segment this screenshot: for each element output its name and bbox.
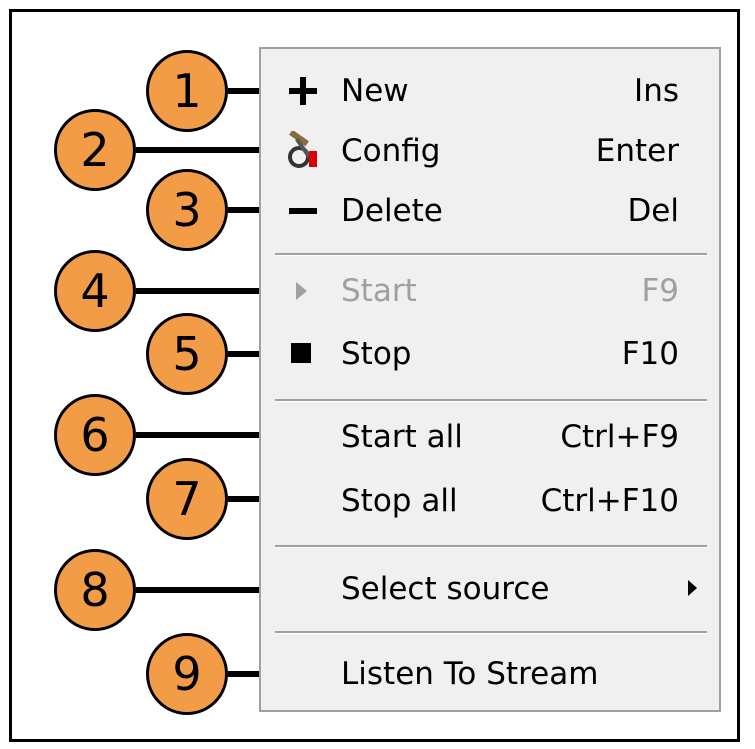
callout-leader-6: [136, 432, 266, 438]
menu-item-shortcut: Del: [627, 193, 679, 229]
callout-badge-5: 5: [146, 313, 228, 395]
menu-separator: [275, 631, 707, 634]
callout-badge-7: 7: [146, 458, 228, 540]
menu-item-delete[interactable]: Delete Del: [261, 183, 719, 239]
menu-item-label: Stop all: [341, 483, 458, 519]
callout-badge-6: 6: [54, 394, 136, 476]
menu-item-new[interactable]: New Ins: [261, 63, 719, 119]
menu-item-shortcut: Ins: [634, 73, 679, 109]
menu-item-label: Config: [341, 133, 441, 169]
callout-badge-8: 8: [54, 549, 136, 631]
menu-separator: [275, 545, 707, 548]
callout-badge-3: 3: [146, 169, 228, 251]
menu-item-shortcut: F10: [621, 336, 679, 372]
menu-item-stop-all[interactable]: Stop all Ctrl+F10: [261, 473, 719, 529]
minus-icon: [283, 191, 323, 231]
menu-item-config[interactable]: Config Enter: [261, 123, 719, 179]
play-icon: [283, 271, 323, 311]
menu-item-start-all[interactable]: Start all Ctrl+F9: [261, 409, 719, 465]
menu-item-label: Stop: [341, 336, 412, 372]
callout-badge-1: 1: [146, 50, 228, 132]
menu-item-label: Select source: [341, 571, 550, 607]
config-tools-icon: [283, 129, 323, 171]
menu-item-start[interactable]: Start F9: [261, 263, 719, 319]
callout-badge-9: 9: [146, 633, 228, 715]
menu-item-shortcut: Enter: [595, 133, 679, 169]
menu-item-select-source[interactable]: Select source: [261, 561, 719, 617]
context-menu: New Ins Config Enter Delete Del Start F9: [259, 47, 721, 712]
menu-item-shortcut: Ctrl+F9: [560, 419, 679, 455]
menu-item-label: Start: [341, 273, 417, 309]
menu-separator: [275, 399, 707, 402]
menu-item-stop[interactable]: Stop F10: [261, 326, 719, 382]
menu-item-listen-to-stream[interactable]: Listen To Stream: [261, 646, 719, 702]
menu-item-shortcut: F9: [641, 273, 679, 309]
callout-badge-4: 4: [54, 250, 136, 332]
menu-item-label: Start all: [341, 419, 463, 455]
menu-item-label: Delete: [341, 193, 443, 229]
stop-icon: [283, 334, 323, 374]
menu-item-shortcut: Ctrl+F10: [540, 483, 679, 519]
plus-icon: [283, 71, 323, 111]
callout-badge-2: 2: [54, 109, 136, 191]
menu-separator: [275, 253, 707, 256]
menu-item-label: New: [341, 73, 409, 109]
menu-item-label: Listen To Stream: [341, 656, 599, 692]
callout-leader-8: [136, 587, 266, 593]
callout-leader-2: [136, 147, 270, 153]
submenu-arrow-icon: [688, 580, 697, 596]
